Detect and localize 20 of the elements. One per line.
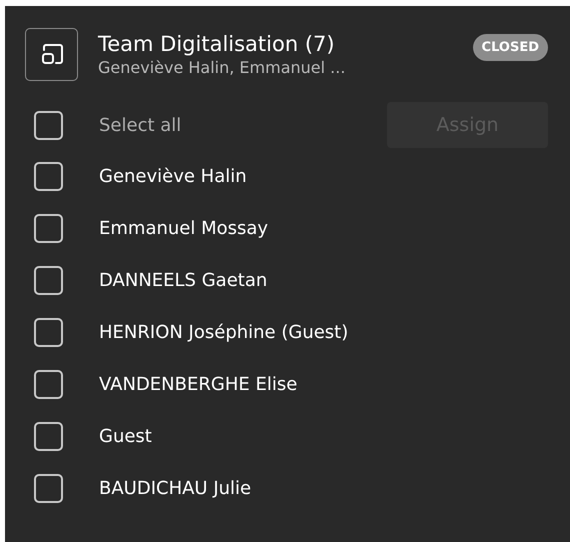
member-name: Geneviève Halin <box>99 166 247 186</box>
group-title: Team Digitalisation (7) <box>98 32 336 56</box>
room-icon <box>25 28 78 80</box>
member-checkbox[interactable] <box>34 474 63 502</box>
member-name: Emmanuel Mossay <box>99 218 268 238</box>
member-checkbox[interactable] <box>34 266 63 294</box>
member-name: VANDENBERGHE Elise <box>99 374 298 394</box>
group-members-summary: Geneviève Halin, Emmanuel ... <box>98 58 346 76</box>
member-checkbox[interactable] <box>34 214 63 242</box>
member-checkbox[interactable] <box>34 370 63 398</box>
member-checkbox[interactable] <box>34 162 63 190</box>
member-name: HENRION Joséphine (Guest) <box>99 322 348 342</box>
member-name: BAUDICHAU Julie <box>99 478 252 498</box>
select-all-checkbox[interactable] <box>34 110 63 140</box>
member-checkbox[interactable] <box>34 318 63 346</box>
select-all-label: Select all <box>99 114 182 136</box>
member-checkbox[interactable] <box>34 422 63 450</box>
status-badge: CLOSED <box>472 34 548 61</box>
member-name: DANNEELS Gaetan <box>99 270 268 290</box>
member-name: Guest <box>99 426 152 446</box>
